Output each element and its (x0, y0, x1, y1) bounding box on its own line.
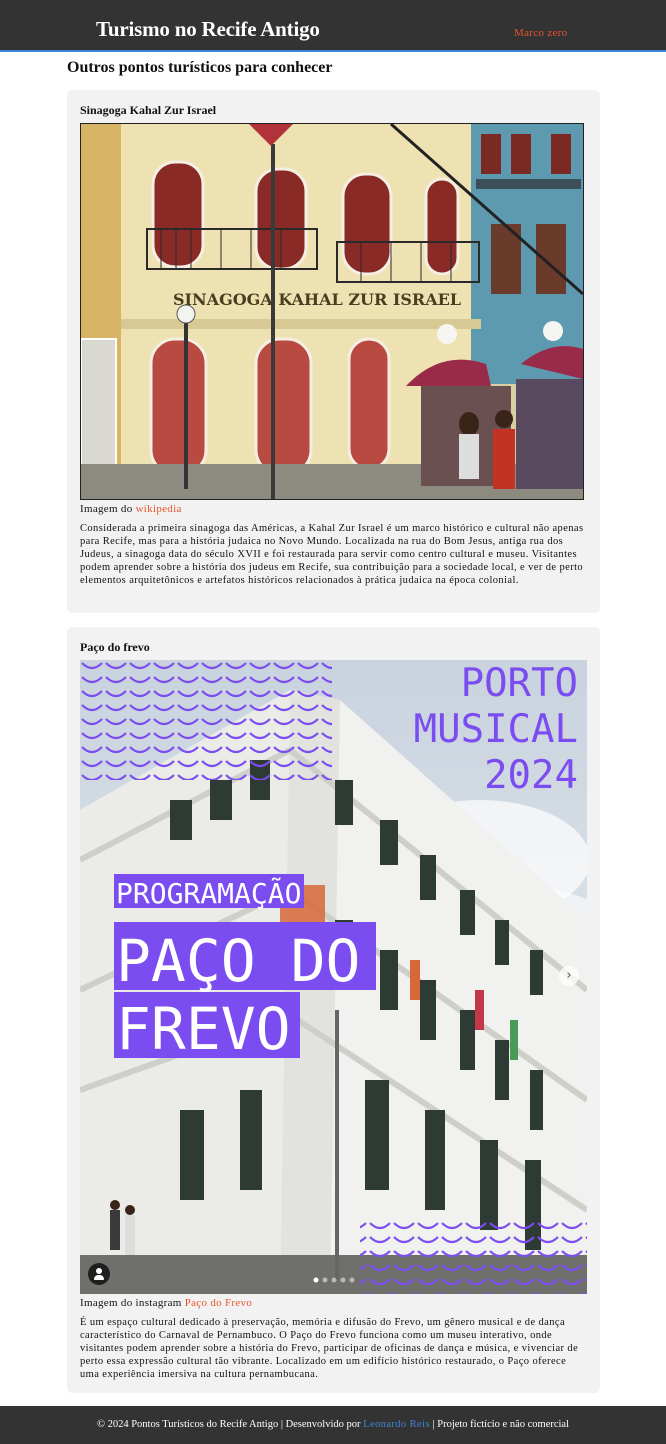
poster-frevo: FREVO (116, 995, 291, 1063)
card-description: Considerada a primeira sinagoga das Amér… (80, 523, 584, 586)
card-title: Sinagoga Kahal Zur Israel (80, 103, 217, 117)
footer-suffix: | Projeto fictício e não comercial (432, 1419, 570, 1430)
carousel-next-icon[interactable]: › (559, 966, 579, 986)
profile-icon[interactable] (88, 1263, 110, 1285)
poster-musical: MUSICAL (414, 707, 578, 752)
site-footer: © 2024 Pontos Turísticos do Recife Antig… (0, 1406, 666, 1444)
sinagoga-photo: SINAGOGA KAHAL ZUR ISRAEL (80, 123, 584, 500)
card-title: Paço do frevo (80, 640, 150, 654)
section-title: Outros pontos turísticos para conhecer (67, 59, 333, 76)
poster-porto: PORTO (461, 661, 578, 706)
image-caption: Imagem do wikipedia (80, 503, 182, 515)
attraction-card-paco-do-frevo: Paço do frevo PORTO MUSICAL 2024 PROGRAM… (67, 627, 600, 1393)
site-title: Turismo no Recife Antigo (96, 17, 320, 41)
poster-year: 2024 (484, 753, 578, 798)
sinagoga-sign-text: SINAGOGA KAHAL ZUR ISRAEL (173, 290, 461, 309)
attraction-card-sinagoga: Sinagoga Kahal Zur Israel SINAGOGA KAHAL… (67, 90, 600, 613)
caption-prefix: Imagem do instagram (80, 1297, 182, 1309)
card-description: É um espaço cultural dedicado à preserva… (80, 1317, 579, 1380)
paco-do-frevo-poster: PORTO MUSICAL 2024 PROGRAMAÇÃO PAÇO DO F… (80, 660, 587, 1294)
caption-link-paco-do-frevo[interactable]: Paço do Frevo (185, 1297, 252, 1309)
image-caption: Imagem do instagram Paço do Frevo (80, 1297, 252, 1309)
poster-paco-do: PAÇO DO (116, 927, 360, 995)
caption-prefix: Imagem do (80, 503, 133, 515)
footer-prefix: © 2024 Pontos Turísticos do Recife Antig… (96, 1419, 361, 1430)
footer-author-link[interactable]: Leonardo Reis (363, 1419, 430, 1430)
nav-link-marco-zero[interactable]: Marco zero (514, 27, 567, 39)
site-header: Turismo no Recife Antigo Marco zero (0, 0, 666, 52)
poster-programacao: PROGRAMAÇÃO (116, 877, 301, 910)
caption-link-wikipedia[interactable]: wikipedia (136, 503, 182, 515)
